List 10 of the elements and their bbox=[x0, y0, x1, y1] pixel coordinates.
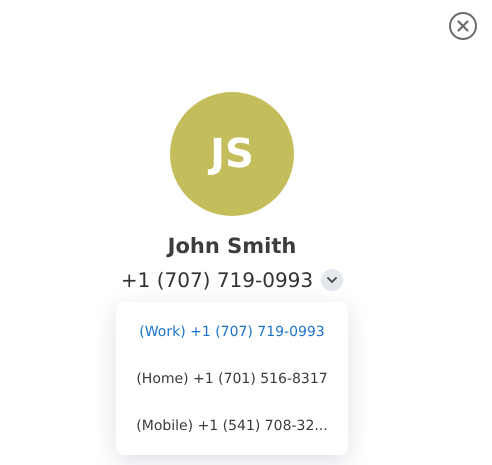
close-icon bbox=[448, 11, 478, 41]
dropdown-button[interactable] bbox=[321, 269, 344, 291]
menu-item[interactable]: (Home) +1 (701) 516-8317 bbox=[116, 355, 348, 402]
menu-item[interactable]: (Mobile) +1 (541) 708-32... bbox=[116, 402, 348, 449]
close-button[interactable] bbox=[448, 11, 478, 41]
menu-item[interactable]: (Work) +1 (707) 719-0993 bbox=[116, 308, 348, 355]
phone-number: +1 (707) 719-0993 bbox=[120, 268, 314, 292]
chevron-down-icon bbox=[326, 276, 338, 284]
avatar: JS bbox=[170, 92, 294, 216]
contact-name: John Smith bbox=[168, 234, 296, 258]
